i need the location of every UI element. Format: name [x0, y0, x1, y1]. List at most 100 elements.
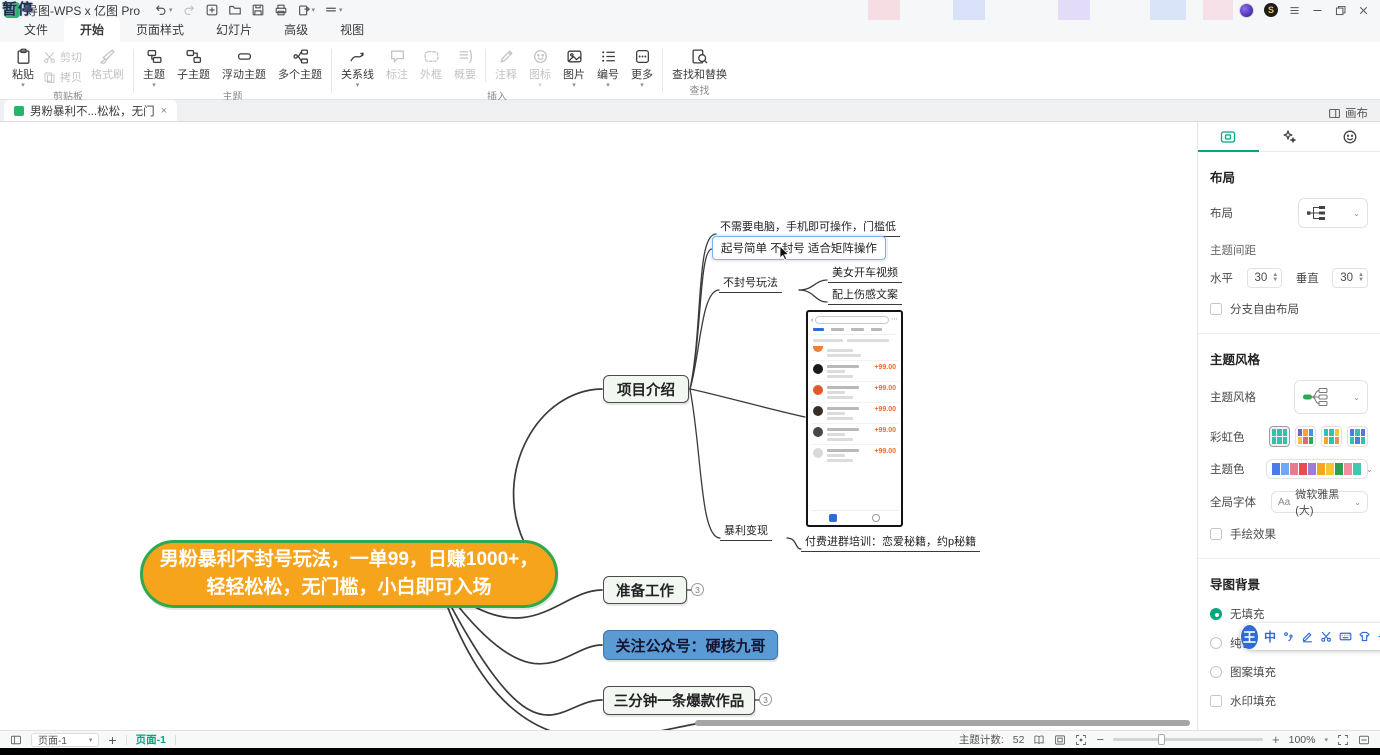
subtopic-button[interactable]: 子主题	[171, 45, 216, 82]
callout-button[interactable]: 标注	[380, 45, 414, 82]
undo-icon[interactable]: ▾	[154, 3, 173, 17]
topic-button[interactable]: 主题▾	[137, 45, 171, 88]
document-tab[interactable]: 男粉暴利不...松松，无门 ×	[4, 100, 177, 121]
collapse-bar-icon[interactable]	[1358, 734, 1370, 746]
branch-gzh-node[interactable]: 关注公众号：硬核九哥	[603, 630, 778, 660]
sidebar-tab-ai[interactable]	[1259, 122, 1320, 151]
collapse-badge[interactable]: 3	[691, 583, 704, 596]
ime-pen-icon[interactable]	[1301, 630, 1314, 643]
central-topic-node[interactable]: 男粉暴利不封号玩法，一单99，日赚1000+，轻轻松松，无门槛，小白即可入场	[140, 540, 558, 608]
minimize-icon[interactable]	[1311, 4, 1324, 17]
ime-language-toggle[interactable]: 中	[1264, 628, 1276, 645]
menu-tab-advanced[interactable]: 高级	[268, 18, 324, 42]
user-avatar[interactable]	[1239, 3, 1254, 18]
theme-color-dropdown[interactable]: ⌄	[1266, 459, 1368, 479]
numbering-button[interactable]: 编号▾	[591, 45, 625, 88]
phone-screenshot-image[interactable]: ‹ ⋯ +99.00	[806, 310, 903, 527]
center-map-icon[interactable]	[1075, 734, 1087, 746]
boundary-button[interactable]: 外框	[414, 45, 448, 82]
relation-line-button[interactable]: 关系线▾	[335, 45, 380, 88]
zoom-in-button[interactable]: +	[1272, 732, 1280, 747]
menu-tab-page-style[interactable]: 页面样式	[120, 18, 200, 42]
page-select-dropdown[interactable]: 页面-1 ▾	[31, 733, 99, 747]
branch-prep-node[interactable]: 准备工作	[603, 576, 687, 604]
active-page-tab[interactable]: 页面-1	[136, 732, 166, 747]
find-replace-button[interactable]: 查找和替换	[666, 45, 733, 82]
format-painter-button[interactable]: 格式刷	[85, 45, 130, 82]
layout-dropdown[interactable]: ⌄	[1298, 198, 1368, 228]
ime-toolbar[interactable]: 王 中	[1240, 623, 1380, 650]
theme-style-dropdown[interactable]: ⌄	[1294, 380, 1368, 414]
page-panel-icon[interactable]	[10, 734, 22, 746]
child-video[interactable]: 美女开车视频	[828, 263, 902, 283]
zoom-slider-handle[interactable]	[1158, 734, 1165, 745]
rainbow-style-3[interactable]	[1321, 426, 1342, 447]
child-training[interactable]: 付费进群培训：恋爱秘籍，约p秘籍	[801, 532, 980, 552]
hand-drawn-checkbox[interactable]	[1210, 528, 1222, 540]
child-no-pc[interactable]: 不需要电脑，手机即可操作，门槛低	[716, 217, 900, 237]
zoom-out-button[interactable]: −	[1096, 732, 1104, 747]
save-icon[interactable]	[251, 3, 265, 17]
ime-punctuation-icon[interactable]	[1282, 630, 1295, 643]
zoom-slider[interactable]	[1113, 738, 1263, 741]
vertical-spacing-stepper[interactable]: 30 ▲▼	[1332, 268, 1368, 288]
rainbow-style-1[interactable]	[1269, 426, 1290, 447]
icon-marker-button[interactable]: 图标▾	[523, 45, 557, 88]
fit-window-icon[interactable]	[1054, 734, 1066, 746]
zoom-level[interactable]: 100%	[1289, 734, 1316, 746]
canvas-toggle[interactable]: 画布	[1328, 105, 1380, 121]
rainbow-style-4[interactable]	[1347, 426, 1368, 447]
print-icon[interactable]	[274, 3, 288, 17]
restore-icon[interactable]	[1334, 4, 1347, 17]
sidebar-tab-style[interactable]	[1198, 122, 1259, 151]
global-font-dropdown[interactable]: Aa 微软雅黑 (大) ⌄	[1271, 491, 1368, 513]
child-profit[interactable]: 暴利变现	[720, 521, 772, 541]
fullscreen-icon[interactable]	[1337, 734, 1349, 746]
outline-view-icon[interactable]	[1033, 734, 1045, 746]
more-insert-button[interactable]: 更多▾	[625, 45, 659, 88]
collapse-badge[interactable]: 3	[759, 693, 772, 706]
new-page-icon[interactable]	[205, 3, 219, 17]
bg-watermark-checkbox[interactable]	[1210, 695, 1222, 707]
picture-button[interactable]: 图片▾	[557, 45, 591, 88]
free-layout-checkbox[interactable]	[1210, 303, 1222, 315]
horizontal-spacing-stepper[interactable]: 30 ▲▼	[1247, 268, 1283, 288]
open-file-icon[interactable]	[228, 3, 242, 17]
ime-keyboard-icon[interactable]	[1339, 630, 1352, 643]
paste-button[interactable]: 粘贴▾	[6, 45, 40, 88]
quickbar-more-icon[interactable]: ▾	[324, 3, 343, 17]
redo-icon[interactable]	[182, 3, 196, 17]
bg-pattern-radio[interactable]	[1210, 666, 1222, 678]
ime-scissors-icon[interactable]	[1320, 630, 1333, 643]
window-menu-icon[interactable]	[1288, 4, 1301, 17]
child-copywriting[interactable]: 配上伤感文案	[828, 285, 902, 305]
menu-tab-file[interactable]: 文件	[8, 18, 64, 42]
tab-close-icon[interactable]: ×	[161, 105, 167, 117]
rainbow-style-2[interactable]	[1295, 426, 1316, 447]
vip-badge[interactable]: S	[1264, 3, 1278, 17]
multi-topic-button[interactable]: 多个主题	[272, 45, 328, 82]
note-button[interactable]: 注释	[489, 45, 523, 82]
bg-solid-radio[interactable]	[1210, 637, 1222, 649]
child-easy-selected[interactable]: 起号简单 不封号 适合矩阵操作	[712, 236, 886, 260]
phone-nav-icon	[829, 514, 837, 522]
close-icon[interactable]	[1357, 4, 1370, 17]
share-icon[interactable]: ▾	[297, 3, 316, 17]
menu-tab-slides[interactable]: 幻灯片	[200, 18, 268, 42]
cut-button[interactable]: 剪切	[40, 49, 85, 65]
ime-logo[interactable]: 王	[1241, 625, 1258, 649]
copy-button[interactable]: 拷贝	[40, 69, 85, 85]
sidebar-tab-emoji[interactable]	[1319, 122, 1380, 151]
ime-skin-icon[interactable]	[1358, 630, 1371, 643]
summary-button[interactable]: 概要	[448, 45, 482, 82]
bg-none-radio[interactable]	[1210, 608, 1222, 620]
mindmap-canvas[interactable]: 男粉暴利不封号玩法，一单99，日赚1000+，轻轻松松，无门槛，小白即可入场 项…	[0, 122, 1197, 730]
menu-tab-home[interactable]: 开始	[64, 18, 120, 42]
branch-works-node[interactable]: 三分钟一条爆款作品	[603, 686, 755, 715]
horizontal-scrollbar[interactable]	[695, 720, 1190, 726]
branch-intro-node[interactable]: 项目介绍	[603, 375, 689, 403]
floating-topic-button[interactable]: 浮动主题	[216, 45, 272, 82]
child-method[interactable]: 不封号玩法	[719, 273, 782, 293]
add-page-button[interactable]: +	[108, 732, 116, 748]
menu-tab-view[interactable]: 视图	[324, 18, 380, 42]
